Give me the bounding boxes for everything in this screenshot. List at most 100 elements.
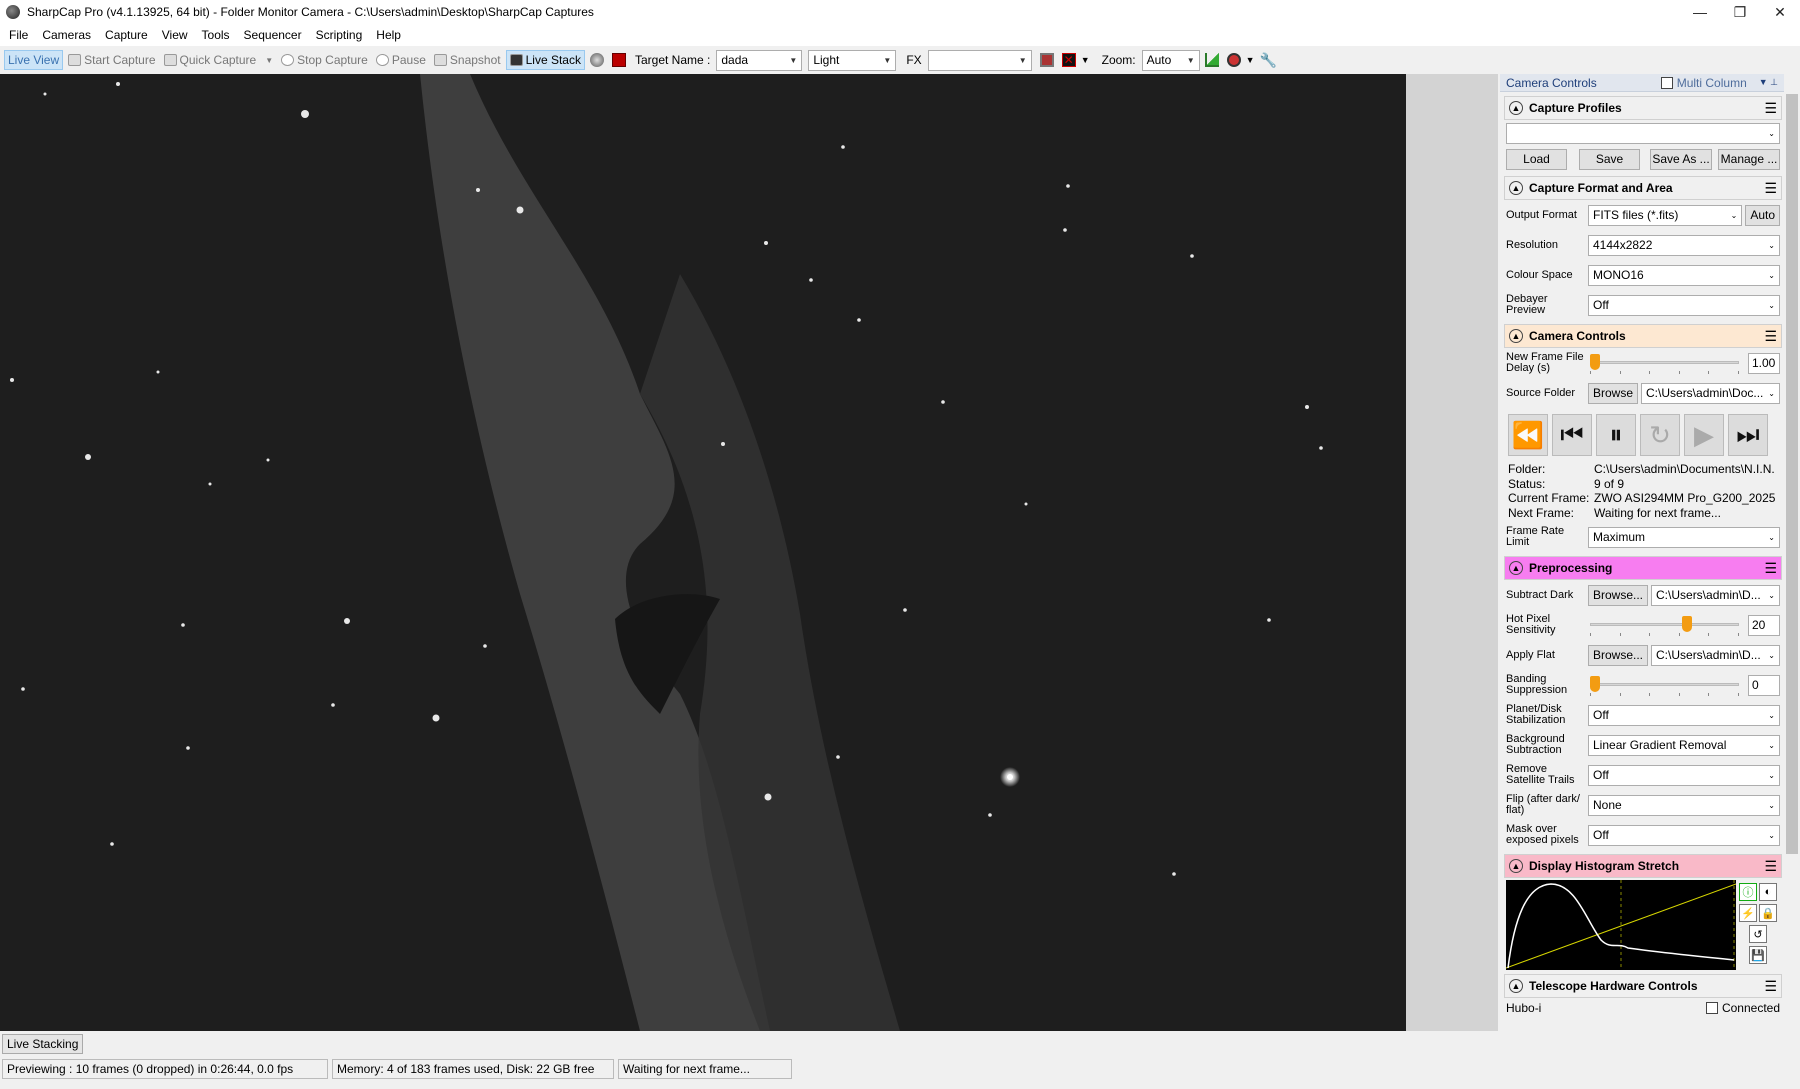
browse-dark-button[interactable]: Browse...	[1588, 584, 1649, 606]
chevron-down-icon[interactable]: ▼	[1081, 55, 1090, 65]
flip-select[interactable]: None ⌄	[1588, 794, 1780, 816]
capture-format-header[interactable]: ▲ Capture Format and Area ☰	[1504, 176, 1782, 200]
frame-type-select[interactable]: Light ▼	[808, 49, 897, 71]
save-button[interactable]: Save	[1579, 148, 1640, 170]
close-button[interactable]: ✕	[1760, 0, 1800, 24]
chevron-down-icon[interactable]: ▼	[1246, 55, 1255, 65]
auto-button[interactable]: Auto	[1745, 204, 1780, 226]
debayer-select[interactable]: Off ⌄	[1588, 294, 1780, 316]
menu-file[interactable]: File	[2, 28, 35, 42]
menu-cameras[interactable]: Cameras	[35, 28, 98, 42]
background-select[interactable]: Linear Gradient Removal ⌄	[1588, 734, 1780, 756]
hot-pixel-slider[interactable]	[1588, 613, 1745, 637]
menu-icon[interactable]: ☰	[1764, 328, 1777, 345]
menu-icon[interactable]: ☰	[1764, 100, 1777, 117]
slider-thumb[interactable]	[1590, 354, 1600, 370]
preprocessing-header[interactable]: ▲ Preprocessing ☰	[1504, 556, 1782, 580]
reticle-icon[interactable]	[1039, 53, 1054, 67]
collapse-icon[interactable]: ▲	[1509, 329, 1523, 343]
menu-help[interactable]: Help	[369, 28, 408, 42]
collapse-icon[interactable]: ▲	[1509, 561, 1523, 575]
satellite-select[interactable]: Off ⌄	[1588, 764, 1780, 786]
output-format-select[interactable]: FITS files (*.fits) ⌄	[1588, 204, 1743, 226]
capture-profiles-header[interactable]: ▲ Capture Profiles ☰	[1504, 96, 1782, 120]
telescope-header[interactable]: ▲ Telescope Hardware Controls ☰	[1504, 974, 1782, 998]
collapse-icon[interactable]: ▲	[1509, 181, 1523, 195]
menu-capture[interactable]: Capture	[98, 28, 155, 42]
record-icon[interactable]	[589, 53, 604, 67]
resolution-select[interactable]: 4144x2822 ⌄	[1588, 234, 1780, 256]
browse-flat-button[interactable]: Browse...	[1588, 644, 1649, 666]
lightning-icon[interactable]: ⚡	[1739, 904, 1757, 922]
apply-flat-select[interactable]: C:\Users\admin\D... ⌄	[1651, 644, 1780, 666]
browse-source-button[interactable]: Browse	[1588, 382, 1639, 404]
mask-select[interactable]: Off ⌄	[1588, 824, 1780, 846]
cross-icon[interactable]: ✕	[1061, 53, 1076, 67]
multi-column-checkbox[interactable]	[1660, 76, 1673, 89]
guide-icon[interactable]	[611, 53, 626, 67]
skip-start-icon[interactable]: ⏮	[1552, 414, 1592, 456]
magnifier-icon[interactable]	[1226, 53, 1241, 67]
pause-button[interactable]: Pause	[373, 50, 429, 70]
contrast-icon[interactable]: ◐	[1759, 883, 1777, 901]
collapse-icon[interactable]: ▲	[1509, 101, 1523, 115]
play-icon[interactable]: ▶	[1684, 414, 1724, 456]
skip-end-icon[interactable]: ⏭	[1728, 414, 1768, 456]
snapshot-button[interactable]: Snapshot	[431, 50, 504, 70]
menu-icon[interactable]: ☰	[1764, 978, 1777, 995]
menu-sequencer[interactable]: Sequencer	[237, 28, 309, 42]
minimize-button[interactable]: —	[1680, 0, 1720, 24]
collapse-icon[interactable]: ▲	[1509, 979, 1523, 993]
start-capture-button[interactable]: Start Capture	[65, 50, 158, 70]
scrollbar-thumb[interactable]	[1786, 94, 1798, 854]
panel-scrollbar[interactable]	[1784, 80, 1800, 1025]
load-button[interactable]: Load	[1506, 148, 1567, 170]
reset-icon[interactable]: ↺	[1749, 925, 1767, 943]
slider-thumb[interactable]	[1681, 616, 1692, 632]
histogram-plot[interactable]	[1505, 880, 1737, 970]
save-as-button[interactable]: Save As ...	[1650, 148, 1712, 170]
pause-icon[interactable]: ⏸	[1596, 414, 1636, 456]
live-view-button[interactable]: Live View	[4, 50, 64, 70]
subtract-dark-select[interactable]: C:\Users\admin\D... ⌄	[1651, 584, 1780, 606]
histogram-icon[interactable]	[1204, 53, 1219, 67]
menu-icon[interactable]: ☰	[1764, 180, 1777, 197]
frame-rate-select[interactable]: Maximum ⌄	[1588, 526, 1780, 548]
menu-icon[interactable]: ☰	[1764, 560, 1777, 577]
manage-button[interactable]: Manage ...	[1718, 148, 1780, 170]
quick-capture-button[interactable]: Quick Capture ▼	[161, 50, 277, 70]
menu-tools[interactable]: Tools	[195, 28, 237, 42]
colour-space-select[interactable]: MONO16 ⌄	[1588, 264, 1780, 286]
refresh-icon[interactable]: ↻	[1640, 414, 1680, 456]
restore-button[interactable]: ❐	[1720, 0, 1760, 24]
menu-view[interactable]: View	[155, 28, 195, 42]
new-frame-delay-slider[interactable]	[1588, 351, 1745, 375]
banding-input[interactable]: 0	[1748, 674, 1780, 696]
histogram-header[interactable]: ▲ Display Histogram Stretch ☰	[1504, 854, 1782, 878]
info-icon[interactable]: ⓘ	[1739, 883, 1757, 901]
banding-slider[interactable]	[1588, 673, 1745, 697]
menu-icon[interactable]: ☰	[1764, 858, 1777, 875]
live-stacking-tab[interactable]: Live Stacking	[2, 1034, 84, 1054]
collapse-icon[interactable]: ▲	[1509, 859, 1523, 873]
save-icon[interactable]: 💾	[1749, 946, 1767, 964]
menu-scripting[interactable]: Scripting	[309, 28, 370, 42]
lock-icon[interactable]: 🔒	[1759, 904, 1777, 922]
stop-capture-button[interactable]: Stop Capture	[278, 50, 371, 70]
connected-checkbox[interactable]	[1705, 1002, 1718, 1014]
source-folder-select[interactable]: C:\Users\admin\Doc... ⌄	[1641, 382, 1780, 404]
pin-icon[interactable]: ▼ ⊥	[1759, 77, 1778, 88]
target-name-input[interactable]: dada ▼	[716, 49, 803, 71]
image-viewer[interactable]	[0, 74, 1406, 1031]
hot-pixel-input[interactable]: 20	[1748, 614, 1780, 636]
wrench-icon[interactable]: 🔧	[1260, 53, 1277, 67]
profile-select[interactable]: ⌄	[1506, 122, 1780, 144]
fx-select[interactable]: ▼	[927, 49, 1032, 71]
new-frame-delay-input[interactable]: 1.00	[1748, 352, 1780, 374]
rewind-icon[interactable]: ⏪	[1508, 414, 1548, 456]
live-stack-button[interactable]: Live Stack	[505, 50, 585, 70]
slider-thumb[interactable]	[1590, 676, 1600, 692]
camera-controls-header[interactable]: ▲ Camera Controls ☰	[1504, 324, 1782, 348]
planet-select[interactable]: Off ⌄	[1588, 704, 1780, 726]
zoom-select[interactable]: Auto ▼	[1141, 49, 1200, 71]
